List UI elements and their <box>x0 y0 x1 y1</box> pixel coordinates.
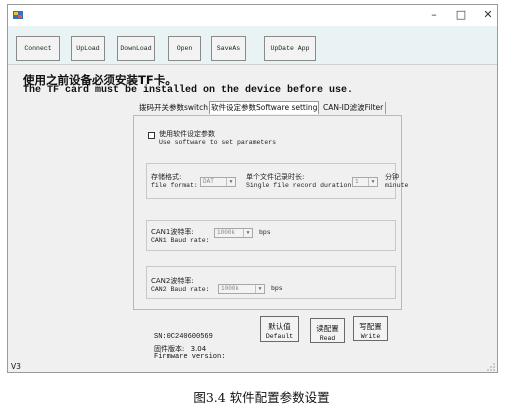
minimize-icon[interactable]: – <box>421 7 447 23</box>
can1-baud-label-en: CAN1 Baud rate: <box>151 237 210 244</box>
firmware-value: 3.04 <box>190 345 207 353</box>
resize-grip-icon[interactable] <box>487 363 495 371</box>
use-software-label-cn: 使用软件设定参数 <box>159 130 215 138</box>
software-setting-panel: 使用软件设定参数 Use software to set parameters … <box>133 115 408 310</box>
save-as-button[interactable]: SaveAs <box>211 36 246 61</box>
can2-bps-label: bps <box>271 285 283 292</box>
close-icon[interactable]: ✕ <box>475 7 501 23</box>
firmware-label-cn: 固件版本: <box>154 345 185 353</box>
chevron-down-icon: ▼ <box>226 178 235 186</box>
serial-number: SN:0C240600569 <box>154 333 213 341</box>
can2-baud-label-cn: CAN2波特率: <box>151 277 194 285</box>
download-button[interactable]: DownLoad <box>117 36 155 61</box>
warning-text-en: The TF card must be installed on the dev… <box>23 85 354 96</box>
figure-caption: 图3.4 软件配置参数设置 <box>193 390 330 405</box>
app-icon <box>13 11 23 19</box>
can2-group: CAN2波特率: CAN2 Baud rate: 1000k ▼ bps <box>146 266 396 299</box>
record-duration-select[interactable]: 1 ▼ <box>352 177 378 187</box>
status-text: V3 <box>11 362 21 371</box>
minute-label-cn: 分钟 <box>385 173 399 181</box>
file-format-select[interactable]: DAT ▼ <box>200 177 236 187</box>
file-format-label-en: file format: <box>151 182 198 189</box>
write-button[interactable]: 写配置 Write <box>353 316 388 341</box>
use-software-label-en: Use software to set parameters <box>159 139 277 146</box>
update-app-button[interactable]: UpDate App <box>264 36 316 61</box>
use-software-checkbox[interactable] <box>148 132 155 139</box>
can2-baud-select[interactable]: 1000k ▼ <box>218 284 265 294</box>
can1-baud-label-cn: CAN1波特率: <box>151 228 194 236</box>
can1-bps-label: bps <box>259 229 271 236</box>
chevron-down-icon: ▼ <box>243 229 252 237</box>
minute-label-en: minute <box>385 182 409 189</box>
file-settings-group: 存储格式: file format: DAT ▼ 单个文件记录时长: Singl… <box>146 163 408 199</box>
record-duration-label-en: Single file record duration: <box>246 182 356 189</box>
upload-button[interactable]: UpLoad <box>71 36 105 61</box>
maximize-icon[interactable]: □ <box>448 7 474 23</box>
can2-baud-label-en: CAN2 Baud rate: <box>151 286 210 293</box>
record-duration-label-cn: 单个文件记录时长: <box>246 173 305 181</box>
can1-baud-select[interactable]: 1000k ▼ <box>214 228 253 238</box>
chevron-down-icon: ▼ <box>368 178 377 186</box>
chevron-down-icon: ▼ <box>255 285 264 293</box>
status-bar: V3 <box>8 360 497 373</box>
connect-button[interactable]: Connect <box>16 36 60 61</box>
default-button[interactable]: 默认值 Default <box>260 316 299 342</box>
tab-switch[interactable]: 拨码开关参数switch <box>139 102 208 114</box>
read-button[interactable]: 读配置 Read <box>310 318 345 343</box>
tab-software-setting[interactable]: 软件设定参数Software setting <box>209 101 320 114</box>
can1-group: CAN1波特率: CAN1 Baud rate: 1000k ▼ bps <box>146 220 396 251</box>
open-button[interactable]: Open <box>168 36 201 61</box>
app-window: – □ ✕ Connect UpLoad DownLoad Open SaveA… <box>7 4 498 373</box>
tab-can-id-filter[interactable]: CAN-ID滤波Filter <box>323 102 387 114</box>
title-bar: – □ ✕ <box>8 5 497 26</box>
toolbar: Connect UpLoad DownLoad Open SaveAs UpDa… <box>8 26 497 65</box>
file-format-label-cn: 存储格式: <box>151 173 182 181</box>
